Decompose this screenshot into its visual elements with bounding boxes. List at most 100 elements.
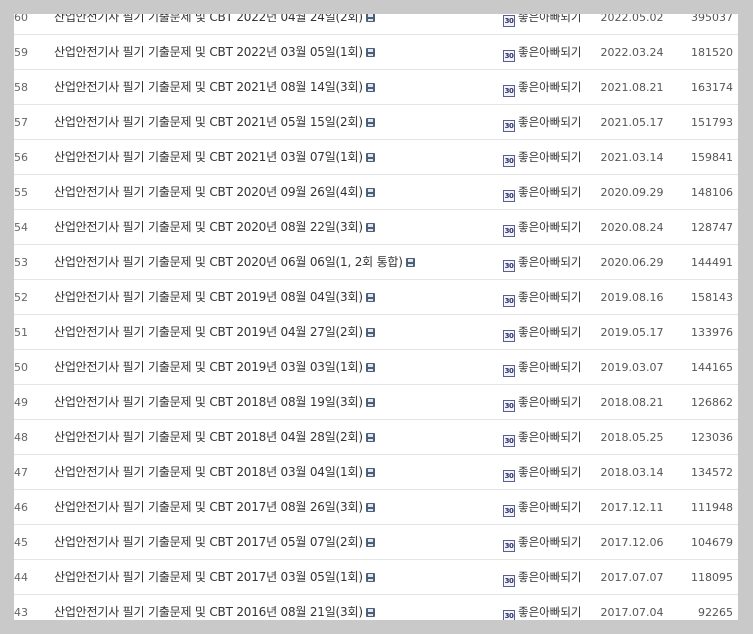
post-views: 133976 xyxy=(691,326,733,339)
post-title-link[interactable]: 산업안전기사 필기 기출문제 및 CBT 2020년 06월 06일(1, 2회… xyxy=(54,255,403,269)
member-level-icon: 30 xyxy=(503,85,515,97)
post-title-cell: 산업안전기사 필기 기출문제 및 CBT 2021년 03월 07일(1회) xyxy=(54,140,375,175)
post-row: 57 산업안전기사 필기 기출문제 및 CBT 2021년 05월 15일(2회… xyxy=(14,105,738,140)
post-author-name: 좋은아빠되기 xyxy=(518,605,582,619)
post-title-cell: 산업안전기사 필기 기출문제 및 CBT 2017년 08월 26일(3회) xyxy=(54,490,375,525)
post-title-link[interactable]: 산업안전기사 필기 기출문제 및 CBT 2019년 03월 03일(1회) xyxy=(54,360,363,374)
post-date: 2017.07.04 xyxy=(600,606,664,619)
post-views: 395037 xyxy=(691,14,733,24)
post-title-link[interactable]: 산업안전기사 필기 기출문제 및 CBT 2021년 05월 15일(2회) xyxy=(54,115,363,129)
attachment-icon xyxy=(365,608,375,617)
post-date: 2019.05.17 xyxy=(600,326,664,339)
post-author-name: 좋은아빠되기 xyxy=(518,535,582,549)
attachment-icon xyxy=(365,118,375,127)
post-row: 60 산업안전기사 필기 기출문제 및 CBT 2022년 04월 24일(2회… xyxy=(14,14,738,35)
post-author[interactable]: 30 좋은아빠되기 xyxy=(503,490,581,525)
post-title-link[interactable]: 산업안전기사 필기 기출문제 및 CBT 2020년 09월 26일(4회) xyxy=(54,185,363,199)
post-title-cell: 산업안전기사 필기 기출문제 및 CBT 2018년 03월 04일(1회) xyxy=(54,455,375,490)
post-date: 2018.08.21 xyxy=(600,396,664,409)
post-title-link[interactable]: 산업안전기사 필기 기출문제 및 CBT 2018년 03월 04일(1회) xyxy=(54,465,363,479)
post-author[interactable]: 30 좋은아빠되기 xyxy=(503,175,581,210)
post-author[interactable]: 30 좋은아빠되기 xyxy=(503,210,581,245)
post-title-link[interactable]: 산업안전기사 필기 기출문제 및 CBT 2020년 08월 22일(3회) xyxy=(54,220,363,234)
post-title-cell: 산업안전기사 필기 기출문제 및 CBT 2019년 04월 27일(2회) xyxy=(54,315,375,350)
post-author[interactable]: 30 좋은아빠되기 xyxy=(503,315,581,350)
post-author-name: 좋은아빠되기 xyxy=(518,360,582,374)
post-date: 2020.09.29 xyxy=(600,186,664,199)
post-author[interactable]: 30 좋은아빠되기 xyxy=(503,14,581,35)
post-number: 47 xyxy=(14,466,28,479)
post-title-link[interactable]: 산업안전기사 필기 기출문제 및 CBT 2021년 08월 14일(3회) xyxy=(54,80,363,94)
post-author[interactable]: 30 좋은아빠되기 xyxy=(503,245,581,280)
post-author-name: 좋은아빠되기 xyxy=(518,430,582,444)
post-author[interactable]: 30 좋은아빠되기 xyxy=(503,420,581,455)
member-level-icon: 30 xyxy=(503,155,515,167)
post-number: 51 xyxy=(14,326,28,339)
post-author[interactable]: 30 좋은아빠되기 xyxy=(503,525,581,560)
post-date: 2022.05.02 xyxy=(600,14,664,24)
post-number: 53 xyxy=(14,256,28,269)
post-author[interactable]: 30 좋은아빠되기 xyxy=(503,280,581,315)
post-date: 2017.12.11 xyxy=(600,501,664,514)
attachment-icon xyxy=(365,468,375,477)
post-number: 58 xyxy=(14,81,28,94)
post-title-link[interactable]: 산업안전기사 필기 기출문제 및 CBT 2022년 04월 24일(2회) xyxy=(54,14,363,24)
attachment-icon xyxy=(365,223,375,232)
post-title-link[interactable]: 산업안전기사 필기 기출문제 및 CBT 2016년 08월 21일(3회) xyxy=(54,605,363,619)
post-author[interactable]: 30 좋은아빠되기 xyxy=(503,140,581,175)
post-author[interactable]: 30 좋은아빠되기 xyxy=(503,350,581,385)
post-row: 54 산업안전기사 필기 기출문제 및 CBT 2020년 08월 22일(3회… xyxy=(14,210,738,245)
post-author[interactable]: 30 좋은아빠되기 xyxy=(503,560,581,595)
post-title-cell: 산업안전기사 필기 기출문제 및 CBT 2022년 03월 05일(1회) xyxy=(54,35,375,70)
post-author[interactable]: 30 좋은아빠되기 xyxy=(503,35,581,70)
post-date: 2021.08.21 xyxy=(600,81,664,94)
post-date: 2017.12.06 xyxy=(600,536,664,549)
post-title-link[interactable]: 산업안전기사 필기 기출문제 및 CBT 2018년 08월 19일(3회) xyxy=(54,395,363,409)
post-list: 60 산업안전기사 필기 기출문제 및 CBT 2022년 04월 24일(2회… xyxy=(14,14,738,620)
post-views: 144165 xyxy=(691,361,733,374)
post-title-link[interactable]: 산업안전기사 필기 기출문제 및 CBT 2019년 08월 04일(3회) xyxy=(54,290,363,304)
attachment-icon xyxy=(365,433,375,442)
post-title-link[interactable]: 산업안전기사 필기 기출문제 및 CBT 2018년 04월 28일(2회) xyxy=(54,430,363,444)
post-number: 54 xyxy=(14,221,28,234)
attachment-icon xyxy=(365,48,375,57)
post-title-cell: 산업안전기사 필기 기출문제 및 CBT 2021년 08월 14일(3회) xyxy=(54,70,375,105)
post-title-link[interactable]: 산업안전기사 필기 기출문제 및 CBT 2021년 03월 07일(1회) xyxy=(54,150,363,164)
post-date: 2019.03.07 xyxy=(600,361,664,374)
post-number: 48 xyxy=(14,431,28,444)
member-level-icon: 30 xyxy=(503,575,515,587)
member-level-icon: 30 xyxy=(503,190,515,202)
member-level-icon: 30 xyxy=(503,50,515,62)
post-author[interactable]: 30 좋은아빠되기 xyxy=(503,105,581,140)
member-level-icon: 30 xyxy=(503,365,515,377)
attachment-icon xyxy=(365,398,375,407)
post-views: 123036 xyxy=(691,431,733,444)
post-date: 2018.03.14 xyxy=(600,466,664,479)
board-viewport: 60 산업안전기사 필기 기출문제 및 CBT 2022년 04월 24일(2회… xyxy=(14,14,738,620)
post-author-name: 좋은아빠되기 xyxy=(518,115,582,129)
post-row: 47 산업안전기사 필기 기출문제 및 CBT 2018년 03월 04일(1회… xyxy=(14,455,738,490)
attachment-icon xyxy=(365,188,375,197)
post-author[interactable]: 30 좋은아빠되기 xyxy=(503,385,581,420)
post-title-link[interactable]: 산업안전기사 필기 기출문제 및 CBT 2017년 05월 07일(2회) xyxy=(54,535,363,549)
post-row: 50 산업안전기사 필기 기출문제 및 CBT 2019년 03월 03일(1회… xyxy=(14,350,738,385)
post-views: 148106 xyxy=(691,186,733,199)
post-author[interactable]: 30 좋은아빠되기 xyxy=(503,455,581,490)
post-views: 151793 xyxy=(691,116,733,129)
post-title-cell: 산업안전기사 필기 기출문제 및 CBT 2019년 08월 04일(3회) xyxy=(54,280,375,315)
attachment-icon xyxy=(365,503,375,512)
post-views: 104679 xyxy=(691,536,733,549)
post-author-name: 좋은아빠되기 xyxy=(518,570,582,584)
post-author[interactable]: 30 좋은아빠되기 xyxy=(503,595,581,620)
attachment-icon xyxy=(365,83,375,92)
post-number: 56 xyxy=(14,151,28,164)
post-title-link[interactable]: 산업안전기사 필기 기출문제 및 CBT 2017년 08월 26일(3회) xyxy=(54,500,363,514)
post-title-link[interactable]: 산업안전기사 필기 기출문제 및 CBT 2019년 04월 27일(2회) xyxy=(54,325,363,339)
post-title-cell: 산업안전기사 필기 기출문제 및 CBT 2017년 05월 07일(2회) xyxy=(54,525,375,560)
post-row: 45 산업안전기사 필기 기출문제 및 CBT 2017년 05월 07일(2회… xyxy=(14,525,738,560)
post-author[interactable]: 30 좋은아빠되기 xyxy=(503,70,581,105)
post-number: 43 xyxy=(14,606,28,619)
post-title-link[interactable]: 산업안전기사 필기 기출문제 및 CBT 2022년 03월 05일(1회) xyxy=(54,45,363,59)
post-title-link[interactable]: 산업안전기사 필기 기출문제 및 CBT 2017년 03월 05일(1회) xyxy=(54,570,363,584)
post-row: 55 산업안전기사 필기 기출문제 및 CBT 2020년 09월 26일(4회… xyxy=(14,175,738,210)
